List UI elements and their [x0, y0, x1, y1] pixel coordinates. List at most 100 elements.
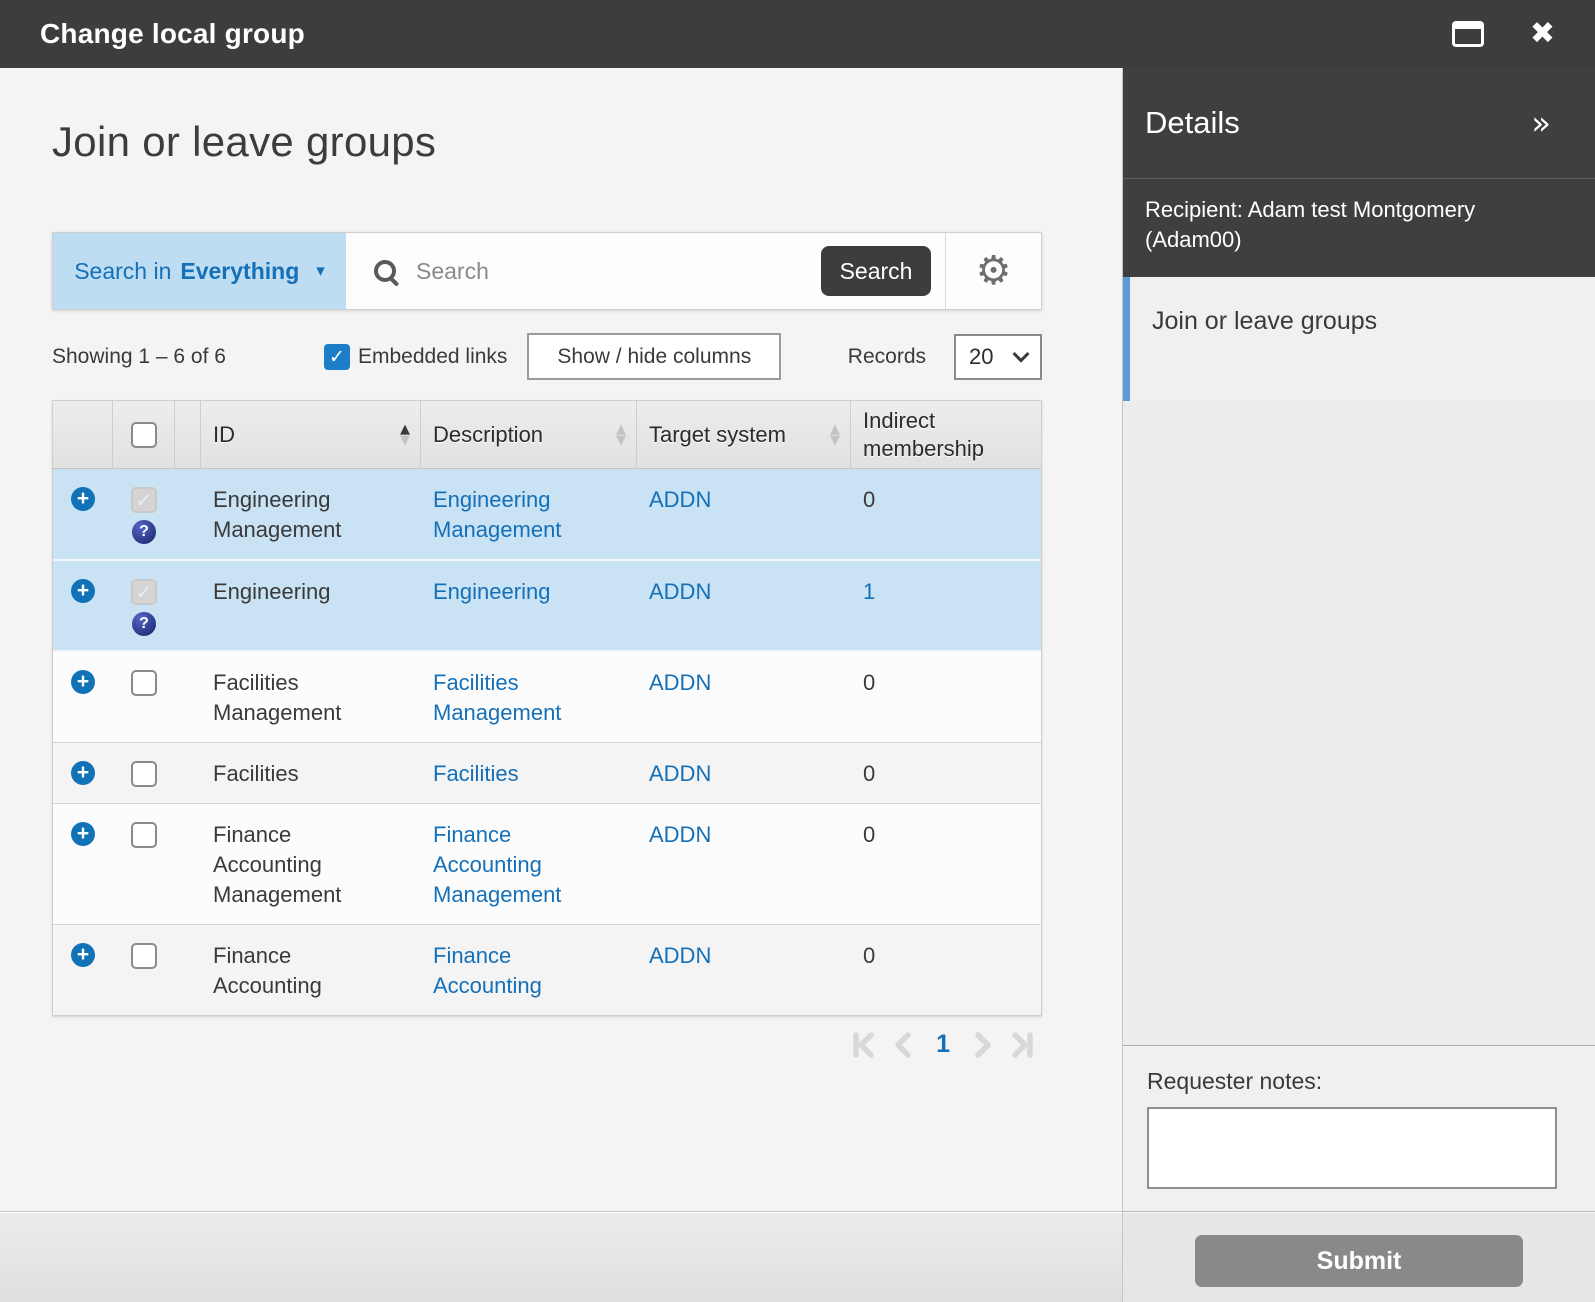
details-title: Details [1145, 105, 1240, 140]
cell-spacer [175, 820, 201, 910]
expand-row-icon[interactable]: + [71, 822, 95, 846]
cell-id: Engineering Management [201, 485, 421, 545]
row-target-system-link[interactable]: ADDN [649, 487, 711, 512]
sidebar-filler [1123, 401, 1595, 1045]
row-indirect-count: 0 [863, 822, 876, 847]
maximize-button[interactable] [1451, 21, 1484, 47]
expand-row-icon[interactable]: + [71, 943, 95, 967]
cell-expand: + [53, 485, 113, 545]
cell-expand: + [53, 577, 113, 636]
collapse-panel-button[interactable]: » [1531, 107, 1551, 139]
column-label: ID [213, 421, 235, 447]
cell-description: Facilities [421, 759, 637, 789]
cell-target-system: ADDN [637, 668, 851, 728]
cell-description: Finance Accounting [421, 941, 637, 1001]
search-button[interactable]: Search [821, 246, 931, 296]
main-panel: Join or leave groups Search in Everythin… [0, 68, 1122, 1302]
embedded-links-checkbox[interactable]: ✓ [324, 343, 350, 370]
cell-description: Engineering Management [421, 485, 637, 545]
column-header-id[interactable]: ID ▲ ▼ [201, 401, 421, 468]
cell-indirect-membership: 0 [851, 485, 1041, 545]
cell-checkbox [113, 941, 175, 1001]
cell-spacer [175, 485, 201, 545]
row-indirect-count[interactable]: 1 [863, 579, 875, 604]
header-select-all-cell [113, 401, 175, 468]
cell-expand: + [53, 820, 113, 910]
column-header-target-system[interactable]: Target system ▲ ▼ [637, 401, 851, 468]
next-page-icon [975, 1031, 991, 1058]
table-row: +? Engineering Management Engineering Mana… [53, 469, 1041, 561]
help-icon[interactable]: ? [132, 612, 156, 636]
help-icon[interactable]: ? [132, 520, 156, 544]
details-panel: Details » Recipient: Adam test Montgomer… [1122, 68, 1595, 1302]
row-target-system-link[interactable]: ADDN [649, 670, 711, 695]
row-description-link[interactable]: Facilities [433, 759, 519, 789]
row-description-link[interactable]: Facilities Management [433, 668, 588, 728]
page-number[interactable]: 1 [930, 1030, 956, 1059]
requester-notes-input[interactable] [1147, 1107, 1557, 1189]
embedded-links-label: Embedded links [358, 344, 508, 368]
row-checkbox [131, 579, 157, 605]
row-target-system-link[interactable]: ADDN [649, 943, 711, 968]
titlebar: Change local group ✖ [0, 0, 1595, 68]
last-page-button[interactable] [1008, 1031, 1036, 1059]
cell-checkbox: ? [113, 577, 175, 636]
submit-button[interactable]: Submit [1195, 1235, 1523, 1287]
cell-description: Facilities Management [421, 668, 637, 728]
cell-indirect-membership: 0 [851, 820, 1041, 910]
row-description-link[interactable]: Engineering Management [433, 485, 588, 545]
show-hide-columns-button[interactable]: Show / hide columns [527, 333, 782, 380]
first-page-button[interactable] [850, 1031, 878, 1059]
cell-id: Engineering [201, 577, 421, 636]
row-checkbox[interactable] [131, 761, 157, 787]
last-page-icon [1012, 1031, 1033, 1058]
expand-row-icon[interactable]: + [71, 761, 95, 785]
cell-indirect-membership: 0 [851, 759, 1041, 789]
cell-expand: + [53, 941, 113, 1001]
row-checkbox[interactable] [131, 943, 157, 969]
header-spacer-column [175, 401, 201, 468]
prev-page-button[interactable] [890, 1031, 918, 1059]
cell-indirect-membership: 0 [851, 668, 1041, 728]
column-label: Description [433, 421, 544, 447]
column-label: Indirect membership [863, 407, 985, 461]
records-select[interactable]: 20 [954, 333, 1042, 380]
row-id-text: Finance Accounting [213, 943, 322, 998]
expand-row-icon[interactable]: + [71, 579, 95, 603]
search-scope-prefix: Search in [74, 257, 172, 284]
cell-target-system: ADDN [637, 485, 851, 545]
sidebar-item-join-or-leave-groups[interactable]: Join or leave groups [1123, 277, 1595, 401]
row-target-system-link[interactable]: ADDN [649, 822, 711, 847]
cell-spacer [175, 759, 201, 789]
chevron-down-icon: ▾ [316, 261, 325, 281]
row-description-link[interactable]: Engineering [433, 577, 550, 607]
table-controls: Showing 1 – 6 of 6 ✓ Embedded links Show… [52, 333, 1042, 380]
expand-row-icon[interactable]: + [71, 487, 95, 511]
row-indirect-count: 0 [863, 487, 876, 512]
row-target-system-link[interactable]: ADDN [649, 761, 711, 786]
row-checkbox[interactable] [131, 822, 157, 848]
next-page-button[interactable] [968, 1031, 996, 1059]
cell-indirect-membership: 0 [851, 941, 1041, 1001]
cell-id: Finance Accounting Management [201, 820, 421, 910]
search-input[interactable] [416, 257, 821, 285]
row-description-link[interactable]: Finance Accounting Management [433, 820, 588, 910]
row-checkbox[interactable] [131, 670, 157, 696]
search-settings-button[interactable]: ⚙ [946, 233, 1041, 309]
row-id-text: Engineering Management [213, 487, 342, 542]
column-header-indirect-membership[interactable]: Indirect membership [851, 401, 1041, 468]
pagination: 1 [52, 1030, 1042, 1059]
row-description-link[interactable]: Finance Accounting [433, 941, 588, 1001]
row-target-system-link[interactable]: ADDN [649, 579, 711, 604]
close-button[interactable]: ✖ [1530, 19, 1555, 49]
table-row: + Finance Accounting Finance Accounting ADD… [53, 925, 1041, 1015]
showing-count: Showing 1 – 6 of 6 [52, 344, 226, 368]
table-row: + Facilities Management Facilities Managem… [53, 652, 1041, 743]
column-header-description[interactable]: Description ▲ ▼ [421, 401, 637, 468]
search-scope-dropdown[interactable]: Search in Everything ▾ [53, 233, 346, 309]
expand-row-icon[interactable]: + [71, 670, 95, 694]
chevron-double-right-icon: » [1531, 104, 1551, 142]
cell-target-system: ADDN [637, 577, 851, 636]
table-row: + Finance Accounting Management Finance Ac… [53, 804, 1041, 925]
select-all-checkbox[interactable] [130, 421, 157, 448]
